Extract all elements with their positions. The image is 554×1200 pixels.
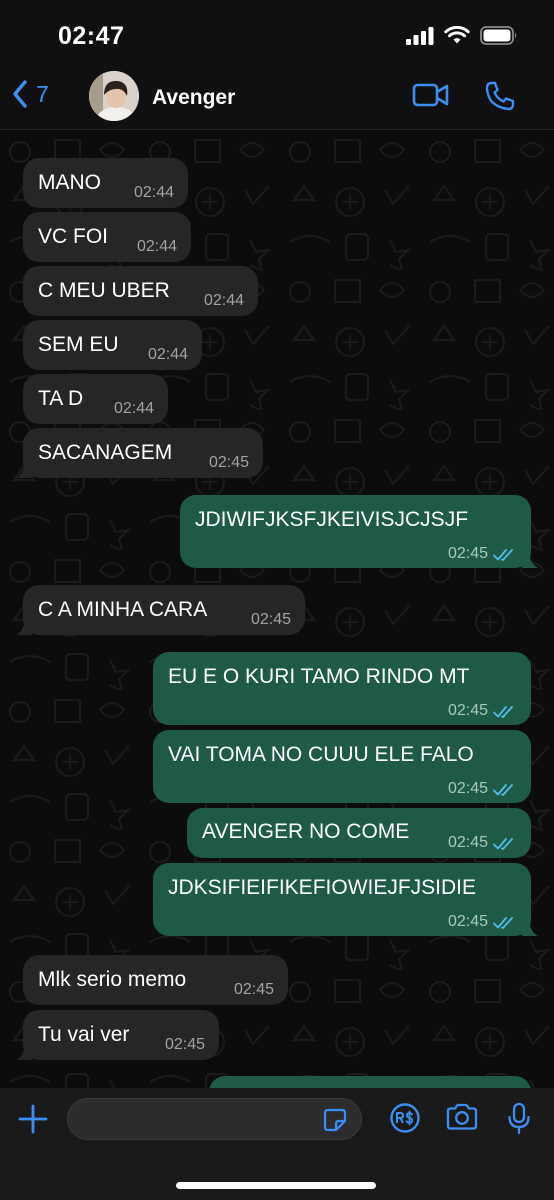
message-text: VAI TOMA NO CUUU ELE FALO <box>168 743 474 766</box>
message-text: EU E O KURI TAMO RINDO MT <box>168 665 470 688</box>
read-ticks-icon <box>493 784 513 796</box>
outgoing-message[interactable]: VAI TOMA NO CUUU ELE FALO 02:45 <box>153 730 531 803</box>
message-timestamp: 02:45 <box>447 780 488 797</box>
wifi-icon <box>444 26 470 44</box>
incoming-message[interactable]: SEM EU 02:44 <box>23 320 202 370</box>
payment-button[interactable] <box>389 1102 421 1139</box>
message-input-wrapper <box>67 1098 362 1140</box>
message-text: JDIWIFJKSFJKEIVISJCJSJF <box>195 508 469 531</box>
incoming-message[interactable]: TA D 02:44 <box>23 374 168 424</box>
read-ticks-icon <box>493 838 513 850</box>
message-timestamp: 02:45 <box>447 545 488 562</box>
phone-icon <box>485 81 515 111</box>
message-text: Tu vai ver <box>38 1023 130 1046</box>
message-text: C A MINHA CARA <box>38 598 208 621</box>
incoming-message[interactable]: MANO 02:44 <box>23 158 188 208</box>
avatar[interactable] <box>89 71 139 121</box>
plus-icon <box>18 1104 48 1134</box>
message-timestamp: 02:44 <box>133 184 174 201</box>
message-timestamp: 02:45 <box>447 834 488 851</box>
battery-icon <box>480 26 517 45</box>
message-text: JDKSIFIEIFIKEFIOWIEJFJSIDIE <box>168 876 477 899</box>
message-timestamp: 02:44 <box>203 292 244 309</box>
read-ticks-icon <box>493 706 513 718</box>
bubble-tail <box>522 552 538 568</box>
message-text: TA D <box>38 387 84 410</box>
message-timestamp: 02:45 <box>164 1036 205 1053</box>
back-button[interactable]: 7 <box>12 80 49 108</box>
status-time: 02:47 <box>58 22 125 50</box>
chat-area[interactable]: MANO 02:44 VC FOI 02:44 C MEU UBER 02:44 SEM E… <box>0 130 554 1088</box>
message-text: SACANAGEM <box>38 441 173 464</box>
bubble-tail <box>522 920 538 936</box>
message-text: VC FOI <box>38 225 109 248</box>
sticker-icon <box>323 1108 347 1132</box>
incoming-message[interactable]: C A MINHA CARA 02:45 <box>16 585 305 635</box>
voice-call-button[interactable] <box>484 80 516 117</box>
message-timestamp: 02:45 <box>233 981 274 998</box>
outgoing-message[interactable]: JDKSIFIEIFIKEFIOWIEJFJSIDIE 02:45 <box>153 863 538 937</box>
video-call-icon <box>412 83 449 107</box>
unread-count: 7 <box>36 80 49 107</box>
message-timestamp: 02:44 <box>136 238 177 255</box>
incoming-message[interactable]: Tu vai ver 02:45 <box>16 1010 219 1060</box>
status-icons <box>406 26 518 45</box>
status-bar: 02:47 <box>0 0 554 66</box>
contact-name[interactable]: Avenger <box>152 86 235 110</box>
message-timestamp: 02:45 <box>447 702 488 719</box>
camera-button[interactable] <box>445 1103 479 1136</box>
message-text: MANO <box>38 171 101 194</box>
signal-icon <box>406 26 434 45</box>
bubble-tail <box>16 619 32 635</box>
outgoing-message[interactable]: JDIWIFJKSFJKEIVISJCJSJF 02:45 <box>180 495 538 569</box>
message-timestamp: 02:45 <box>208 454 249 471</box>
bubble-tail <box>16 462 32 478</box>
message-timestamp: 02:45 <box>447 913 488 930</box>
read-ticks-icon <box>493 549 513 561</box>
message-timestamp: 02:45 <box>250 611 291 628</box>
outgoing-message[interactable]: EU E O KURI TAMO RINDO MT 02:45 <box>153 652 531 725</box>
incoming-message[interactable]: C MEU UBER 02:44 <box>23 266 258 316</box>
camera-icon <box>446 1103 478 1130</box>
composer-bar <box>0 1088 554 1200</box>
chat-header: 7 Avenger <box>0 66 554 130</box>
message-text: Mlk serio memo <box>38 968 187 991</box>
incoming-message[interactable]: SACANAGEM 02:45 <box>16 428 263 478</box>
message-timestamp: 02:44 <box>147 346 188 363</box>
avatar-image <box>89 71 139 121</box>
outgoing-message[interactable]: AVENGER NO COME 02:45 <box>187 808 531 858</box>
message-input[interactable] <box>80 1099 310 1139</box>
incoming-message[interactable]: Mlk serio memo 02:45 <box>23 955 288 1005</box>
voice-message-button[interactable] <box>507 1102 531 1141</box>
message-text: AVENGER NO COME <box>202 820 410 843</box>
read-status <box>493 700 517 726</box>
bubble-tail <box>16 1044 32 1060</box>
read-status <box>493 778 517 804</box>
message-text: SEM EU <box>38 333 119 356</box>
microphone-icon <box>508 1102 530 1135</box>
incoming-message[interactable]: VC FOI 02:44 <box>23 212 191 262</box>
outgoing-message-partial[interactable] <box>209 1076 531 1088</box>
read-status <box>493 543 517 569</box>
payment-icon <box>390 1103 420 1133</box>
read-status <box>493 911 517 937</box>
message-text: C MEU UBER <box>38 279 170 302</box>
attach-button[interactable] <box>17 1103 49 1140</box>
read-status <box>493 832 517 858</box>
back-chevron-icon <box>13 80 27 108</box>
video-call-button[interactable] <box>412 82 450 113</box>
sticker-button[interactable] <box>323 1108 347 1137</box>
read-ticks-icon <box>493 917 513 929</box>
home-indicator <box>176 1182 376 1189</box>
message-timestamp: 02:44 <box>113 400 154 417</box>
